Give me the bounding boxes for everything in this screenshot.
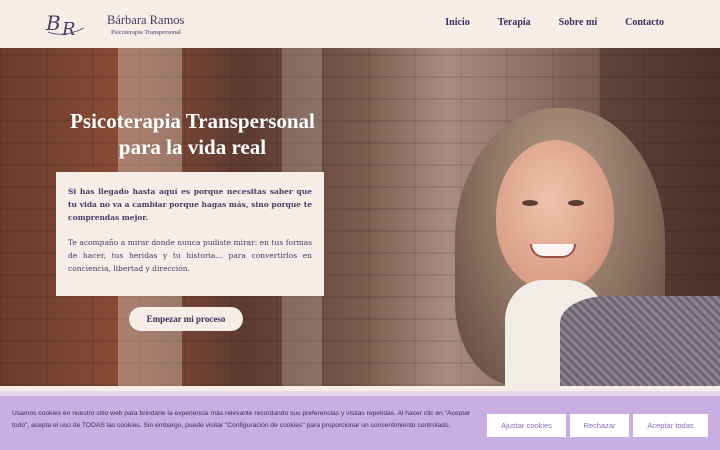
main-nav: Inicio Terapia Sobre mí Contacto — [445, 17, 664, 28]
hero-body-text: Te acompaño a mirar donde nunca pudiste … — [68, 238, 312, 273]
portrait-eye — [568, 200, 584, 206]
portrait-smile — [530, 244, 576, 258]
hero-title-line1: Psicoterapia Transpersonal — [70, 109, 315, 133]
hero-title-line2: para la vida real — [118, 135, 267, 159]
svg-text:R: R — [61, 19, 76, 40]
hero-lead-text: Si has llegado hasta aquí es porque nece… — [68, 187, 312, 222]
cookie-settings-button[interactable]: Ajustar cookies — [487, 414, 566, 437]
svg-text:B: B — [45, 11, 61, 35]
portrait-coat — [560, 296, 720, 386]
cookie-reject-button[interactable]: Rechazar — [570, 414, 629, 437]
portrait-face — [496, 140, 614, 290]
brand-subtitle: Psicoterapia Transpersonal — [111, 29, 181, 36]
hero-section: Psicoterapia Transpersonal para la vida … — [0, 48, 720, 386]
nav-item-inicio[interactable]: Inicio — [445, 17, 469, 28]
br-monogram-logo[interactable]: B R — [44, 8, 94, 40]
cookie-accept-button[interactable]: Aceptar todas — [633, 414, 708, 437]
nav-item-contacto[interactable]: Contacto — [625, 17, 664, 28]
cookie-banner: Usamos cookies en nuestro sitio web para… — [0, 391, 720, 450]
hero-text-box: Si has llegado hasta aquí es porque nece… — [56, 172, 324, 296]
cookie-text: Usamos cookies en nuestro sitio web para… — [12, 410, 471, 429]
start-process-button[interactable]: Empezar mi proceso — [129, 307, 243, 331]
site-header: B R Bárbara Ramos Psicoterapia Transpers… — [0, 0, 720, 48]
nav-item-terapia[interactable]: Terapia — [498, 17, 531, 28]
brand-name[interactable]: Bárbara Ramos — [107, 13, 184, 28]
hero-title: Psicoterapia Transpersonal para la vida … — [40, 108, 345, 160]
nav-item-sobre-mi[interactable]: Sobre mí — [559, 17, 597, 28]
portrait-eye — [522, 200, 538, 206]
